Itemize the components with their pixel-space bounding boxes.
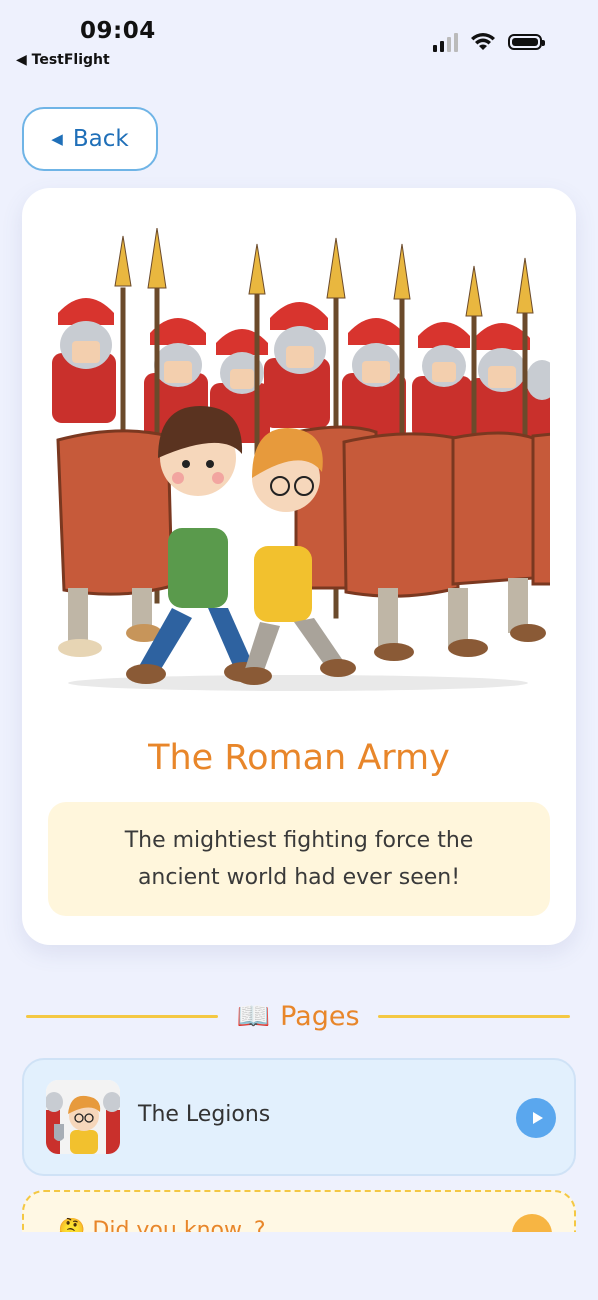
book-icon: 📖 <box>236 1001 271 1032</box>
roman-soldiers-illustration <box>52 228 550 691</box>
pages-label-group: 📖 Pages <box>218 1000 377 1033</box>
did-you-know-card[interactable]: 🤔 Did you know..? <box>22 1190 576 1232</box>
testflight-back-link[interactable]: ◀ TestFlight <box>16 52 110 68</box>
status-time: 09:04 <box>80 18 156 44</box>
pages-section-header: 📖 Pages <box>26 998 570 1034</box>
page-title: The Legions <box>138 1102 271 1127</box>
play-icon[interactable] <box>516 1098 556 1138</box>
wifi-icon <box>471 33 495 50</box>
topic-subtitle: The mightiest fighting force the ancient… <box>124 828 474 890</box>
back-button[interactable]: ◀ Back <box>22 107 158 171</box>
topic-title: The Roman Army <box>148 738 450 778</box>
bottom-area <box>0 1232 598 1300</box>
back-arrow-icon: ◀ <box>51 130 63 148</box>
divider-left <box>26 1014 219 1018</box>
divider-right <box>377 1014 570 1018</box>
play-icon[interactable] <box>512 1214 552 1232</box>
pages-label: Pages <box>280 1000 360 1032</box>
battery-icon <box>508 34 545 50</box>
page-item-the-legions[interactable]: The Legions <box>22 1058 576 1176</box>
page-thumbnail <box>46 1080 120 1154</box>
topic-subtitle-box: The mightiest fighting force the ancient… <box>48 802 550 916</box>
cellular-signal-icon <box>433 32 458 52</box>
thinking-face-icon: 🤔 <box>58 1218 86 1232</box>
did-you-know-label-group: 🤔 Did you know..? <box>58 1218 266 1232</box>
back-button-label: Back <box>72 126 129 152</box>
did-you-know-label: Did you know..? <box>92 1218 266 1232</box>
topic-hero-card: The Roman Army The mightiest fighting fo… <box>22 188 576 945</box>
status-icons <box>433 32 545 52</box>
